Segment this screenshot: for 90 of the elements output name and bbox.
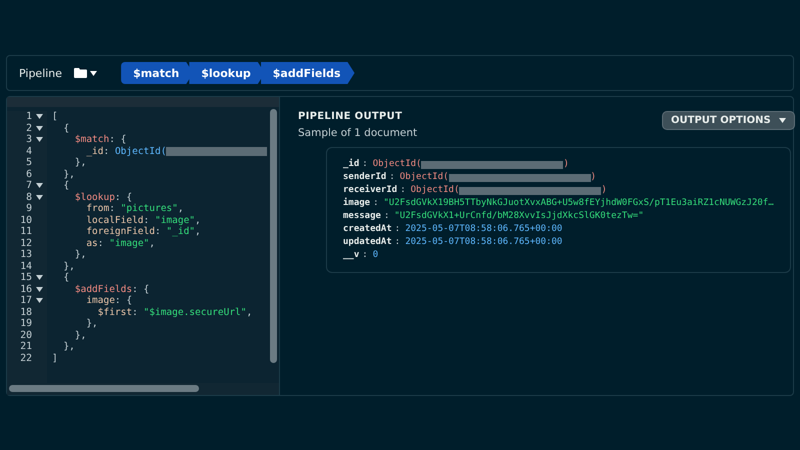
line-number: 15 (20, 272, 32, 284)
line-number: 3 (26, 134, 32, 146)
caret-icon (778, 118, 786, 123)
field-value: ObjectId( (410, 184, 460, 197)
code-line: $lookup: { (74, 192, 134, 203)
line-number: 19 (20, 318, 32, 330)
output-subtitle: Sample of 1 document (298, 127, 418, 139)
field-name: updatedAt (343, 236, 392, 249)
folder-menu-button[interactable] (74, 68, 98, 78)
line-number: 20 (20, 330, 32, 341)
code-line: }, (85, 318, 99, 330)
field-value: ObjectId( (372, 158, 422, 171)
line-number: 4 (26, 146, 32, 157)
line-number: 1 (26, 111, 32, 122)
fold-caret-icon[interactable] (36, 275, 43, 280)
pipeline-label: Pipeline (19, 66, 62, 80)
fold-caret-icon[interactable] (36, 194, 43, 200)
field-value: "U2FsdGVkX1+UrCnfd/bM28XvvIsJjdXkcSlGK0tezTw=" (394, 210, 644, 223)
line-number: 2 (26, 122, 32, 134)
line-number: 10 (20, 214, 32, 226)
colon: : (362, 158, 368, 171)
line-number: 16 (20, 284, 32, 295)
field-value: 2025-05-07T08:58:06.765+00:00 (405, 236, 562, 249)
line-number: 9 (26, 203, 32, 214)
field-name: __v (343, 249, 360, 262)
code-line: $addFields: { (74, 284, 150, 295)
fold-caret-icon[interactable] (36, 183, 43, 188)
line-number: 11 (20, 226, 32, 238)
line-number: 5 (26, 157, 32, 168)
colon: : (394, 236, 400, 249)
code-line: ] (52, 352, 59, 364)
line-number: 7 (26, 180, 32, 192)
line-number: 18 (20, 306, 32, 318)
code-line: }, (74, 330, 88, 341)
field-name: _id (343, 158, 360, 171)
output-title: PIPELINE OUTPUT (298, 111, 404, 122)
colon: : (384, 210, 390, 223)
line-number: 13 (20, 249, 32, 260)
code-line: $first: "$image.secureUrl", (96, 306, 254, 318)
code-line: image: { (85, 295, 134, 306)
fold-caret-icon[interactable] (36, 286, 43, 292)
code-line: }, (62, 168, 76, 180)
closing-paren: ) (563, 158, 569, 171)
colon: : (394, 223, 400, 236)
field-name: message (343, 210, 381, 223)
code-line: as: "image", (85, 238, 156, 249)
line-number: 21 (20, 341, 32, 352)
code-editor[interactable] (7, 97, 280, 395)
code-line: localField: "image", (85, 214, 202, 226)
horizontal-scrollbar[interactable] (9, 385, 199, 392)
code-line: from: "pictures", (85, 203, 185, 214)
stage-chip[interactable]: $addFields (260, 62, 355, 84)
field-value: ObjectId( (400, 171, 449, 184)
code-line: _id: ObjectId( (52, 146, 267, 157)
code-line: }, (74, 249, 88, 260)
colon: : (400, 184, 406, 197)
code-line: }, (62, 260, 76, 272)
fold-caret-icon[interactable] (36, 114, 43, 120)
code-line: $match: { (74, 134, 128, 146)
colon: : (389, 171, 395, 184)
code-line: { (62, 122, 70, 134)
code-line: }, (74, 157, 88, 168)
fold-caret-icon[interactable] (36, 126, 43, 131)
fold-caret-icon[interactable] (36, 298, 43, 304)
code-line: [ (52, 111, 59, 122)
code-line: { (62, 272, 70, 284)
caret-icon (90, 70, 98, 76)
line-number: 22 (20, 352, 32, 364)
line-number: 12 (20, 238, 32, 249)
field-value: 2025-05-07T08:58:06.765+00:00 (405, 223, 562, 236)
output-options-button[interactable]: OUTPUT OPTIONS (662, 111, 795, 130)
line-number: 17 (20, 295, 32, 306)
code-line: { (62, 180, 70, 192)
code-line: }, (62, 341, 76, 352)
field-name: senderId (343, 171, 386, 184)
colon: : (373, 197, 379, 210)
field-value: 0 (372, 249, 378, 262)
field-value: "U2FsdGVkX19BH5TTbyNkGJuotXvxABG+U5w8fEYjhdW0FGxS/pT1Eu3aiRZ1cNUWGzJ20f… (384, 197, 774, 210)
colon: : (362, 249, 368, 262)
line-number: 14 (20, 260, 32, 272)
fold-caret-icon[interactable] (36, 137, 43, 142)
line-number: 8 (26, 192, 32, 203)
vertical-scrollbar[interactable] (270, 109, 277, 363)
field-name: createdAt (343, 223, 392, 236)
closing-paren: ) (590, 171, 596, 184)
field-name: image (343, 197, 370, 210)
field-name: receiverId (343, 184, 398, 197)
closing-paren: ) (601, 184, 607, 197)
code-line: foreignField: "_id", (85, 226, 202, 238)
line-number: 6 (26, 168, 32, 180)
